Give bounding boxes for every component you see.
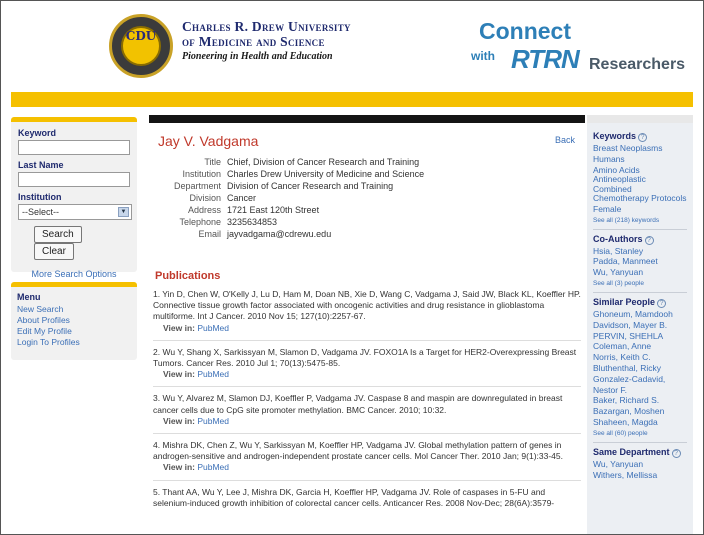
institution-select[interactable]: --Select-- ▼ [18, 204, 132, 220]
menu-item-new-search[interactable]: New Search [17, 304, 131, 315]
menu-item-login[interactable]: Login To Profiles [17, 337, 131, 348]
similar-person-link[interactable]: Gonzalez-Cadavid, Nestor F. [593, 374, 687, 396]
help-icon[interactable]: ? [657, 299, 667, 309]
menu-item-about-profiles[interactable]: About Profiles [17, 315, 131, 326]
similar-person-link[interactable]: Bluthenthal, Ricky [593, 363, 687, 374]
same-department-heading: Same Department? [593, 447, 687, 458]
lastname-input[interactable] [18, 172, 130, 187]
list-item: 5. Thant AA, Wu Y, Lee J, Mishra DK, Gar… [153, 486, 555, 508]
similar-people-heading: Similar People? [593, 297, 687, 309]
similar-person-link[interactable]: PERVIN, SHEHLA [593, 331, 687, 342]
info-row-telephone: Telephone 3235634853 [179, 217, 278, 227]
pubmed-link[interactable]: PubMed [197, 462, 229, 472]
help-icon[interactable]: ? [644, 235, 654, 245]
similar-person-link[interactable]: Coleman, Anne [593, 341, 687, 352]
similar-person-link[interactable]: Ghoneum, Mamdooh [593, 309, 687, 320]
help-icon[interactable]: ? [671, 448, 681, 458]
see-all-coauthors-link[interactable]: See all (3) people [593, 278, 687, 289]
list-item: 1. Yin D, Chen W, O'Kelly J, Lu D, Ham M… [153, 289, 581, 341]
connect-rtrn-logo[interactable]: Connect with RTRN Researchers [471, 16, 701, 86]
cdu-seal-logo[interactable]: CDU [109, 14, 173, 78]
header-band [11, 92, 693, 107]
menu-panel: Menu New Search About Profiles Edit My P… [11, 282, 137, 360]
info-row-title: Title Chief, Division of Cancer Research … [204, 157, 420, 167]
department-person-link[interactable]: Withers, Mellissa [593, 470, 687, 481]
coauthor-link[interactable]: Hsia, Stanley [593, 246, 687, 257]
content-top-bar [149, 115, 585, 123]
profile-info: Title Chief, Division of Cancer Research … [149, 156, 579, 240]
see-all-keywords-link[interactable]: See all (218) keywords [593, 215, 687, 226]
list-item: 4. Mishra DK, Chen Z, Wu Y, Sarkissyan M… [153, 440, 581, 481]
info-row-address: Address 1721 East 120th Street [187, 205, 320, 215]
back-link[interactable]: Back [555, 135, 575, 145]
search-button[interactable]: Search [34, 226, 82, 243]
menu-item-edit-my-profile[interactable]: Edit My Profile [17, 326, 131, 337]
lastname-label: Last Name [18, 160, 64, 170]
pubmed-link[interactable]: PubMed [197, 416, 229, 426]
keyword-link[interactable]: Antineoplastic Combined Chemotherapy Pro… [593, 175, 687, 204]
clear-button[interactable]: Clear [34, 243, 74, 260]
similar-person-link[interactable]: Norris, Keith C. [593, 352, 687, 363]
menu-title: Menu [17, 292, 41, 302]
info-row-department: Department Division of Cancer Research an… [173, 181, 394, 191]
keyword-input[interactable] [18, 140, 130, 155]
list-item: 3. Wu Y, Alvarez M, Slamon DJ, Koeffler … [153, 393, 581, 435]
publications-heading: Publications [155, 270, 221, 282]
university-tagline: Pioneering in Health and Education [182, 51, 333, 62]
coauthor-link[interactable]: Padda, Manmeet [593, 256, 687, 267]
university-name[interactable]: Charles R. Drew University of Medicine a… [182, 19, 351, 63]
chevron-down-icon[interactable]: ▼ [118, 207, 129, 217]
list-item: 2. Wu Y, Shang X, Sarkissyan M, Slamon D… [153, 347, 581, 388]
similar-person-link[interactable]: Bazargan, Moshen [593, 406, 687, 417]
coauthors-heading: Co-Authors? [593, 234, 687, 245]
keyword-label: Keyword [18, 128, 57, 138]
right-sidebar: Keywords? Breast Neoplasms Humans Amino … [587, 123, 693, 534]
see-all-similar-link[interactable]: See all (60) people [593, 428, 687, 439]
keyword-link[interactable]: Breast Neoplasms [593, 143, 687, 154]
similar-person-link[interactable]: Shaheen, Magda [593, 417, 687, 428]
keyword-link[interactable]: Female [593, 204, 687, 215]
info-row-institution: Institution Charles Drew University of Me… [182, 169, 425, 179]
department-person-link[interactable]: Wu, Yanyuan [593, 459, 687, 470]
more-search-options-link[interactable]: More Search Options [18, 269, 130, 279]
publications-list: 1. Yin D, Chen W, O'Kelly J, Lu D, Ham M… [153, 289, 581, 521]
institution-label: Institution [18, 192, 62, 202]
search-panel: Keyword Last Name Institution --Select--… [11, 117, 137, 279]
right-top-bar [587, 115, 693, 123]
pubmed-link[interactable]: PubMed [197, 323, 229, 333]
info-row-email: Email jayvadgama@cdrewu.edu [198, 229, 332, 239]
coauthor-link[interactable]: Wu, Yanyuan [593, 267, 687, 278]
page-frame: CDU Charles R. Drew University of Medici… [0, 0, 704, 535]
keywords-heading: Keywords? [593, 131, 687, 142]
site-header: CDU Charles R. Drew University of Medici… [1, 1, 703, 91]
similar-person-link[interactable]: Davidson, Mayer B. [593, 320, 687, 331]
keyword-link[interactable]: Humans [593, 154, 687, 165]
cdu-seal-text: CDU [125, 29, 157, 43]
help-icon[interactable]: ? [638, 133, 648, 142]
pubmed-link[interactable]: PubMed [197, 369, 229, 379]
similar-person-link[interactable]: Baker, Richard S. [593, 395, 687, 406]
page-title: Jay V. Vadgama [158, 133, 259, 149]
info-row-division: Division Cancer [189, 193, 257, 203]
